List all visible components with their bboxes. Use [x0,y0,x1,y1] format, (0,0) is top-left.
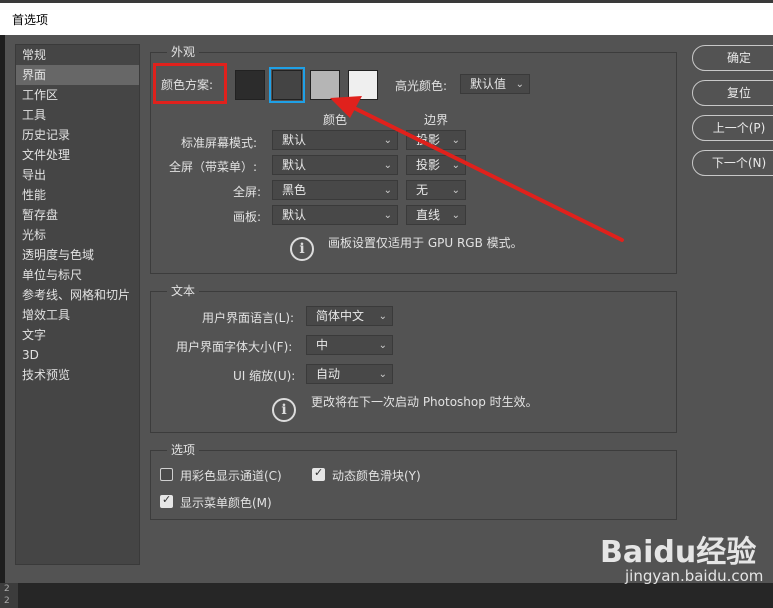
watermark-url: jingyan.baidu.com [625,567,764,585]
watermark-brand: Baidu经验 [600,535,757,570]
baidu-watermark: Baidu经验 jingyan.baidu.com [590,524,765,594]
gutter-line-2: 2 [4,596,10,606]
annotation-arrow-icon [330,96,624,242]
line-gutter: 2 2 [0,583,18,608]
gutter-line-1: 2 [4,584,10,594]
